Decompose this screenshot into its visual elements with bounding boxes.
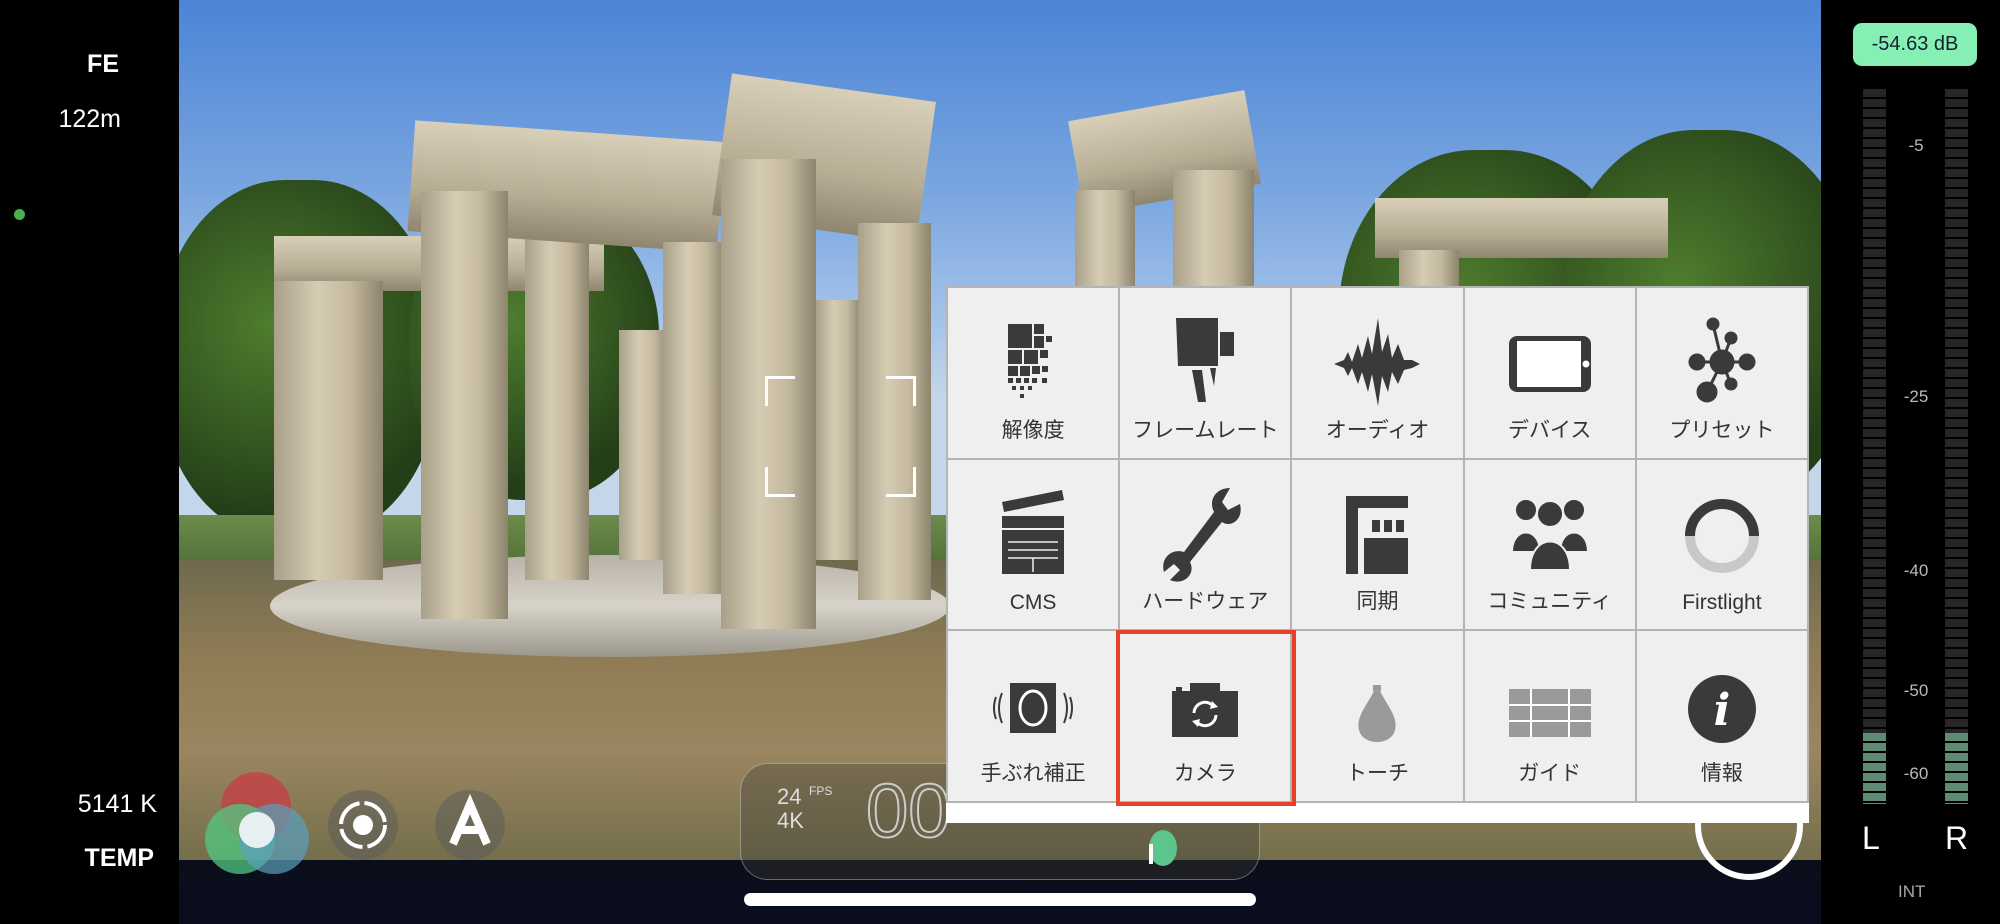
left-channel-label: L (1862, 820, 1880, 856)
white-balance-value[interactable]: 5141 K (78, 790, 157, 819)
left-meter-fill (1863, 732, 1886, 804)
menu-item-torch[interactable]: トーチ (1292, 631, 1463, 801)
guide-grid-icon (1508, 689, 1591, 738)
waveform-icon (1334, 318, 1421, 406)
movie-camera-icon (1176, 318, 1235, 402)
menu-item-label: コミュニティ (1487, 590, 1613, 614)
device-icon (1508, 336, 1591, 392)
audio-source-label[interactable]: INT (1898, 882, 1925, 902)
status-dot (14, 209, 25, 220)
white-balance-mode[interactable]: TEMP (85, 844, 154, 873)
color-wheel-button[interactable] (205, 772, 315, 877)
lens-label[interactable]: FE (87, 50, 119, 79)
svg-text:i: i (1714, 685, 1731, 736)
menu-item-cms[interactable]: CMS (948, 459, 1119, 630)
timecode: 00 (865, 768, 952, 855)
left-status-panel: FE 122m 5141 K TEMP (0, 0, 179, 924)
stone-lintel (1375, 198, 1668, 258)
meter-tick: -60 (1903, 764, 1929, 783)
stone-pillar (525, 236, 589, 580)
selected-item-highlight (1116, 630, 1296, 806)
meter-tick: -25 (1903, 387, 1929, 406)
right-meter-fill (1945, 732, 1968, 804)
stabilization-icon (993, 683, 1074, 734)
stone-pillar (619, 330, 669, 560)
right-channel-meter (1945, 89, 1968, 804)
menu-item-community[interactable]: コミュニティ (1464, 459, 1635, 630)
menu-item-label: オーディオ (1325, 418, 1430, 442)
menu-item-info[interactable]: i 情報 (1636, 631, 1807, 801)
stone-pillar (858, 223, 931, 600)
stone-pillar (274, 281, 383, 580)
menu-item-label: Firstlight (1682, 591, 1762, 615)
auto-mode-button[interactable] (435, 790, 505, 860)
menu-item-label: トーチ (1345, 762, 1409, 785)
menu-item-guide[interactable]: ガイド (1464, 631, 1635, 801)
fps-value: 24 (777, 784, 802, 809)
menu-item-audio[interactable]: オーディオ (1292, 288, 1463, 458)
menu-item-preset[interactable]: プリセット (1636, 288, 1807, 458)
resolution-value: 4K (777, 808, 804, 833)
auto-a-icon (449, 793, 491, 846)
focus-mode-button[interactable] (328, 790, 398, 860)
storage-indicator (1149, 830, 1177, 866)
focus-target-icon (339, 801, 387, 849)
left-channel-meter (1863, 89, 1886, 804)
clapperboard-icon (1002, 489, 1065, 574)
menu-item-label: ガイド (1518, 762, 1582, 785)
focus-distance[interactable]: 122m (58, 105, 121, 134)
stone-pillar (421, 191, 508, 619)
settings-menu: 解像度 フレームレート オーディオ デバイス プリセット CMS ハードウェア … (946, 286, 1809, 823)
menu-item-label: 情報 (1700, 762, 1743, 785)
menu-item-label: 同期 (1356, 590, 1399, 614)
home-indicator[interactable] (744, 893, 1256, 906)
menu-item-label: ハードウェア (1142, 590, 1269, 614)
menu-item-label: フレームレート (1132, 418, 1279, 442)
menu-item-label: デバイス (1508, 418, 1592, 442)
sync-icon (1346, 495, 1409, 574)
menu-item-label: 解像度 (1001, 418, 1065, 442)
fps-unit: FPS (809, 784, 833, 798)
firstlight-ring-icon (1684, 498, 1759, 573)
resolution-icon (1008, 324, 1053, 398)
wrench-icon (1163, 487, 1241, 582)
stone-pillar (663, 242, 725, 594)
right-channel-label: R (1945, 820, 1969, 856)
level-marker (1149, 844, 1153, 864)
community-icon (1510, 497, 1589, 571)
menu-item-device[interactable]: デバイス (1464, 288, 1635, 458)
torch-icon (1358, 685, 1397, 743)
menu-item-stabilization[interactable]: 手ぶれ補正 (948, 631, 1119, 801)
meter-tick: -50 (1903, 681, 1929, 700)
menu-item-label: CMS (1009, 591, 1057, 615)
menu-item-firstlight[interactable]: Firstlight (1636, 459, 1807, 630)
preset-network-icon (1688, 317, 1756, 403)
info-icon: i (1687, 675, 1756, 744)
menu-item-hardware[interactable]: ハードウェア (1120, 459, 1291, 630)
meter-tick: -5 (1908, 136, 1924, 155)
meter-tick: -40 (1903, 561, 1929, 580)
audio-level-badge: -54.63 dB (1853, 23, 1977, 66)
menu-item-sync[interactable]: 同期 (1292, 459, 1463, 630)
menu-item-label: プリセット (1669, 418, 1775, 442)
stone-pillar (816, 300, 861, 560)
menu-item-frame-rate[interactable]: フレームレート (1120, 288, 1291, 458)
menu-item-resolution[interactable]: 解像度 (948, 288, 1119, 458)
menu-item-label: 手ぶれ補正 (980, 762, 1086, 785)
